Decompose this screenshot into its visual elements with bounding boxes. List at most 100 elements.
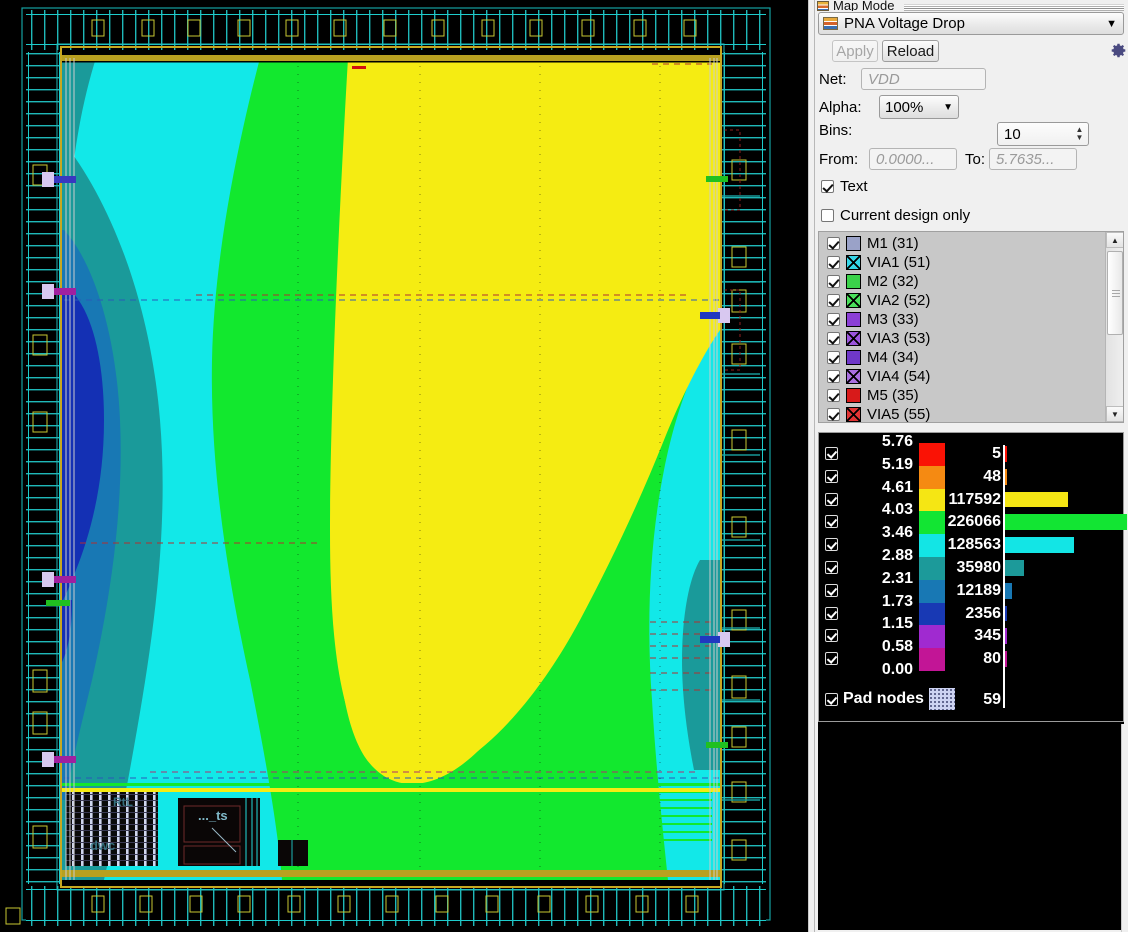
bin-count-label: 12189	[956, 581, 1002, 599]
layer-row[interactable]: VIA2 (52)	[819, 291, 1104, 310]
checkbox-icon	[821, 180, 834, 193]
layer-color-swatch	[846, 331, 861, 346]
map-mode-panel: Map Mode PNA Voltage Drop ▼ Apply Reload…	[815, 0, 1128, 932]
apply-button[interactable]: Apply	[832, 40, 878, 62]
chip-layout-canvas[interactable]: RtL dwc ..._ts	[0, 0, 808, 932]
layer-color-swatch	[846, 293, 861, 308]
layer-visibility-checkbox[interactable]	[827, 256, 840, 269]
pad-nodes-checkbox[interactable]	[825, 692, 838, 706]
bin-visibility-checkbox[interactable]	[825, 652, 838, 666]
action-button-row: Apply Reload	[819, 40, 1126, 62]
histogram-bar	[1005, 468, 1007, 485]
to-input[interactable]: 5.7635...	[989, 148, 1077, 170]
settings-button[interactable]	[1107, 39, 1128, 62]
to-label: To:	[965, 150, 986, 168]
text-checkbox-label: Text	[840, 178, 868, 195]
net-label: Net:	[819, 70, 847, 88]
bin-visibility-checkbox[interactable]	[825, 469, 838, 483]
layer-color-swatch	[846, 312, 861, 327]
layer-visibility-checkbox[interactable]	[827, 408, 840, 421]
net-input[interactable]: VDD	[861, 68, 986, 90]
bin-count-label: 345	[974, 627, 1001, 645]
layers-icon	[817, 1, 829, 11]
gear-icon	[1111, 43, 1126, 58]
chip-layout-svg: RtL dwc ..._ts	[0, 0, 808, 932]
bin-visibility-checkbox[interactable]	[825, 561, 838, 574]
layer-row[interactable]: M3 (33)	[819, 310, 1104, 329]
current-design-only-checkbox[interactable]: Current design only	[821, 207, 970, 224]
bins-value: 10	[1004, 125, 1021, 143]
alpha-field-row: Alpha: 100% ▼	[819, 95, 959, 119]
layer-visibility-checkbox[interactable]	[827, 332, 840, 345]
current-design-only-label: Current design only	[840, 207, 971, 224]
layer-name: VIA1 (51)	[867, 254, 931, 271]
text-checkbox[interactable]: Text	[821, 178, 868, 195]
scrollbar-thumb[interactable]	[1107, 251, 1123, 335]
layer-row[interactable]: VIA5 (55)	[819, 405, 1104, 422]
from-label: From:	[819, 150, 859, 168]
layer-name: M4 (34)	[867, 349, 919, 366]
bin-visibility-checkbox[interactable]	[825, 629, 838, 643]
chevron-down-icon: ▼	[943, 101, 953, 113]
layer-row[interactable]: VIA4 (54)	[819, 367, 1104, 386]
alpha-combobox[interactable]: 100% ▼	[879, 95, 959, 119]
bin-visibility-checkbox[interactable]	[825, 606, 838, 620]
layer-name: VIA2 (52)	[867, 292, 931, 309]
histogram-bar	[1005, 560, 1024, 576]
bins-spinbox[interactable]: 10 ▲ ▼	[997, 122, 1089, 146]
layer-row[interactable]: M5 (35)	[819, 386, 1104, 405]
bin-visibility-checkbox[interactable]	[825, 538, 838, 552]
layer-name: M5 (35)	[867, 387, 919, 404]
bins-stepper[interactable]: ▲ ▼	[1073, 124, 1086, 144]
layer-list[interactable]: M1 (31) VIA1 (51) M2 (32) VIA2 (52) M3 (33) V…	[818, 231, 1124, 423]
stepper-down-icon: ▼	[1075, 133, 1084, 142]
layer-visibility-checkbox[interactable]	[827, 294, 840, 307]
layer-color-swatch	[846, 350, 861, 365]
layer-row[interactable]: VIA1 (51)	[819, 253, 1104, 272]
layer-color-swatch	[846, 407, 861, 422]
histogram-bar	[1005, 582, 1012, 599]
layer-list-scrollbar[interactable]: ▲ ▼	[1105, 232, 1123, 422]
bin-visibility-checkbox[interactable]	[825, 492, 838, 506]
alpha-value: 100%	[885, 98, 924, 116]
bin-visibility-checkbox[interactable]	[825, 515, 838, 529]
layer-visibility-checkbox[interactable]	[827, 275, 840, 288]
scroll-up-button[interactable]: ▲	[1106, 232, 1123, 248]
caret-down-icon: ▼	[1111, 409, 1119, 419]
map-mode-combobox[interactable]: PNA Voltage Drop ▼	[818, 12, 1124, 35]
layer-visibility-checkbox[interactable]	[827, 351, 840, 364]
layer-row[interactable]: M4 (34)	[819, 348, 1104, 367]
layer-row[interactable]: M1 (31)	[819, 234, 1104, 253]
layer-visibility-checkbox[interactable]	[827, 389, 840, 402]
layer-name: M2 (32)	[867, 273, 919, 290]
panel-title: Map Mode	[833, 0, 895, 11]
layer-visibility-checkbox[interactable]	[827, 237, 840, 250]
layer-row[interactable]: M2 (32)	[819, 272, 1104, 291]
layer-visibility-checkbox[interactable]	[827, 313, 840, 326]
scroll-down-button[interactable]: ▼	[1106, 406, 1123, 422]
range-field-row: From: 0.0000... To: 5.7635...	[819, 148, 1124, 170]
bin-count-label: 128563	[947, 536, 1001, 554]
bin-visibility-checkbox[interactable]	[825, 447, 838, 460]
histogram-bar	[1005, 651, 1007, 667]
voltage-drop-histogram[interactable]: 5.76 5.19 4.61 4.03 3.46 2.88 2.31 1.73 1.15 0.58…	[818, 432, 1127, 722]
panel-vertical-scroll[interactable]	[1121, 724, 1128, 932]
from-input[interactable]: 0.0000...	[869, 148, 957, 170]
bin-count-label: 5	[992, 445, 1001, 462]
checkbox-icon	[821, 209, 834, 222]
bins-label: Bins:	[819, 122, 853, 139]
bin-visibility-checkbox[interactable]	[825, 583, 838, 597]
layer-color-swatch	[846, 388, 861, 403]
caret-up-icon: ▲	[1111, 235, 1119, 245]
histogram-bar	[1005, 537, 1074, 553]
layer-row[interactable]: VIA3 (53)	[819, 329, 1104, 348]
bin-count-label: 117592	[948, 490, 1001, 508]
svg-text:..._ts: ..._ts	[198, 808, 228, 823]
panel-splitter[interactable]	[808, 0, 815, 932]
histogram-bar	[1005, 605, 1007, 622]
layer-color-swatch	[846, 274, 861, 289]
layer-visibility-checkbox[interactable]	[827, 370, 840, 383]
reload-button[interactable]: Reload	[882, 40, 939, 62]
histogram-bar	[1005, 628, 1007, 645]
layer-color-swatch	[846, 236, 861, 251]
